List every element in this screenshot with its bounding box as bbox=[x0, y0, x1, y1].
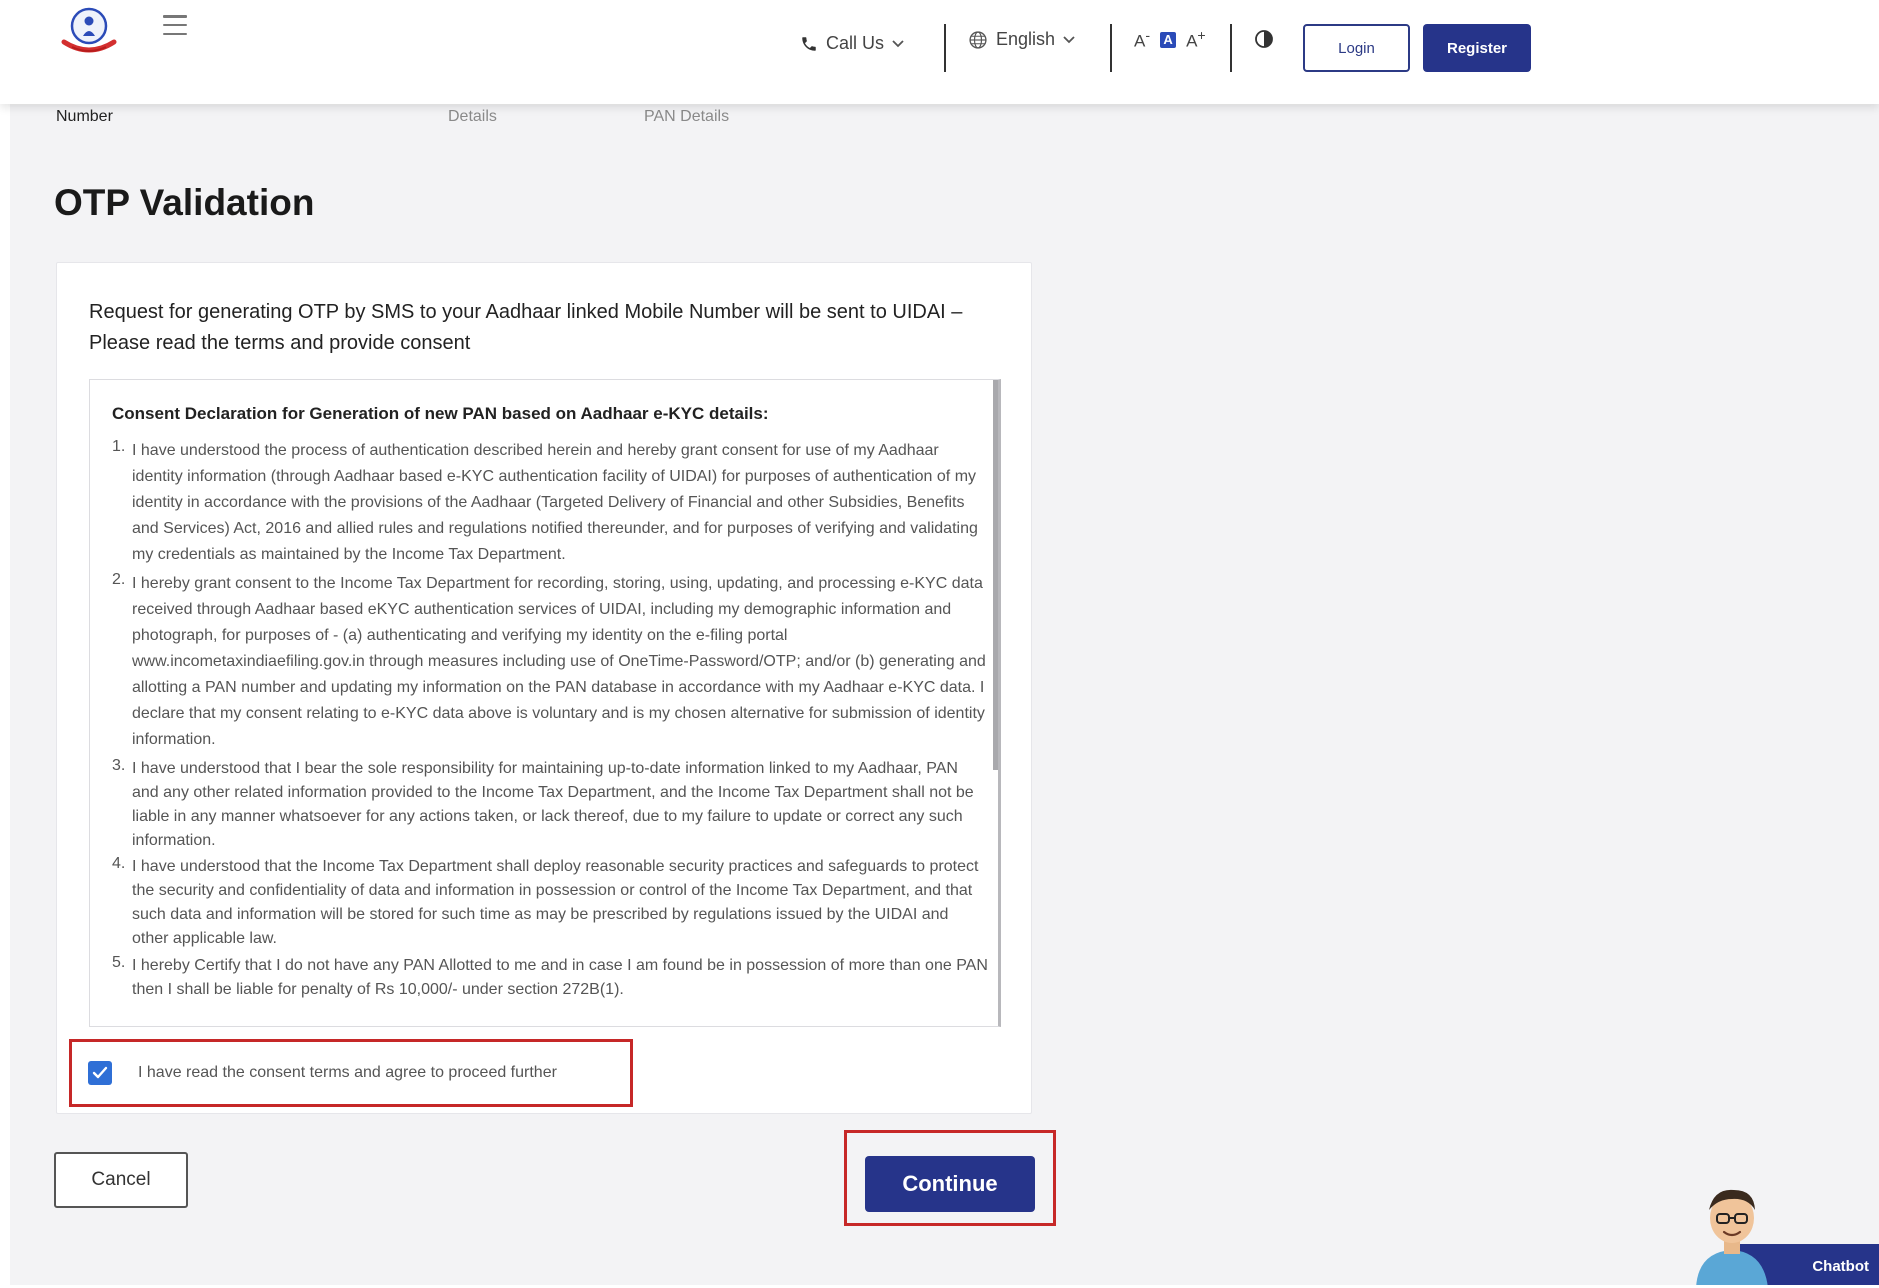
font-decrease-button[interactable]: A- bbox=[1134, 28, 1150, 52]
contrast-icon[interactable] bbox=[1254, 29, 1274, 54]
continue-button[interactable]: Continue bbox=[865, 1156, 1035, 1212]
consent-list: 1. I have understood the process of auth… bbox=[112, 438, 988, 1002]
consent-item-number: 5. bbox=[112, 954, 126, 971]
language-dropdown[interactable]: English bbox=[968, 29, 1075, 50]
consent-item-text: I have understood that I bear the sole r… bbox=[132, 760, 974, 849]
font-increase-button[interactable]: A+ bbox=[1186, 28, 1206, 52]
step-label-pan-details: PAN Details bbox=[644, 108, 730, 125]
consent-item-text: I hereby grant consent to the Income Tax… bbox=[132, 575, 986, 748]
consent-item-text: I have understood the process of authent… bbox=[132, 442, 978, 563]
consent-item: 3. I have understood that I bear the sol… bbox=[112, 757, 988, 853]
chatbot-widget[interactable]: Chatbot bbox=[1688, 1180, 1879, 1288]
consent-item-number: 4. bbox=[112, 855, 126, 872]
consent-checkbox[interactable] bbox=[88, 1061, 112, 1085]
consent-declaration-box[interactable]: Consent Declaration for Generation of ne… bbox=[89, 379, 1001, 1027]
phone-icon bbox=[800, 35, 818, 53]
emblem-logo-icon[interactable] bbox=[58, 6, 120, 56]
chevron-down-icon bbox=[892, 39, 904, 48]
chatbot-avatar-icon bbox=[1688, 1180, 1778, 1288]
consent-checkbox-row[interactable]: I have read the consent terms and agree … bbox=[69, 1039, 633, 1107]
consent-item: 5. I hereby Certify that I do not have a… bbox=[112, 954, 988, 1002]
checkmark-icon bbox=[92, 1066, 108, 1079]
header-divider bbox=[1110, 24, 1112, 72]
main-content: Number Details PAN Details OTP Validatio… bbox=[10, 0, 1879, 1285]
consent-item-number: 3. bbox=[112, 757, 126, 774]
chevron-down-icon bbox=[1063, 35, 1075, 44]
font-increase-label: A bbox=[1186, 31, 1198, 51]
header-divider bbox=[1230, 24, 1232, 72]
page-title: OTP Validation bbox=[54, 182, 315, 223]
consent-heading: Consent Declaration for Generation of ne… bbox=[112, 404, 769, 423]
continue-highlight: Continue bbox=[844, 1130, 1056, 1226]
cancel-button[interactable]: Cancel bbox=[54, 1152, 188, 1208]
hamburger-menu-icon[interactable] bbox=[163, 15, 187, 35]
consent-item-text: I have understood that the Income Tax De… bbox=[132, 858, 979, 947]
step-label-details: Details bbox=[448, 108, 497, 125]
call-us-dropdown[interactable]: Call Us bbox=[800, 33, 904, 54]
font-size-controls: A- A A+ bbox=[1134, 28, 1206, 52]
consent-item: 2. I hereby grant consent to the Income … bbox=[112, 571, 988, 753]
call-us-label: Call Us bbox=[826, 33, 885, 53]
consent-checkbox-label: I have read the consent terms and agree … bbox=[138, 1064, 557, 1081]
consent-item-number: 1. bbox=[112, 438, 126, 455]
consent-item-text: I hereby Certify that I do not have any … bbox=[132, 957, 988, 998]
login-button[interactable]: Login bbox=[1303, 24, 1410, 72]
otp-request-notice: Request for generating OTP by SMS to you… bbox=[89, 301, 963, 354]
font-decrease-label: A bbox=[1134, 31, 1146, 51]
consent-item-number: 2. bbox=[112, 571, 126, 588]
consent-item: 4. I have understood that the Income Tax… bbox=[112, 855, 988, 951]
step-label-number: Number bbox=[56, 108, 113, 125]
header-divider bbox=[944, 24, 946, 72]
globe-icon bbox=[968, 30, 988, 50]
consent-card: Request for generating OTP by SMS to you… bbox=[56, 262, 1032, 1114]
consent-item: 1. I have understood the process of auth… bbox=[112, 438, 988, 568]
language-label: English bbox=[996, 29, 1056, 49]
register-button[interactable]: Register bbox=[1423, 24, 1531, 72]
font-normal-button[interactable]: A bbox=[1160, 31, 1177, 48]
top-header: Call Us English A- A A+ Login Register bbox=[0, 0, 1879, 104]
